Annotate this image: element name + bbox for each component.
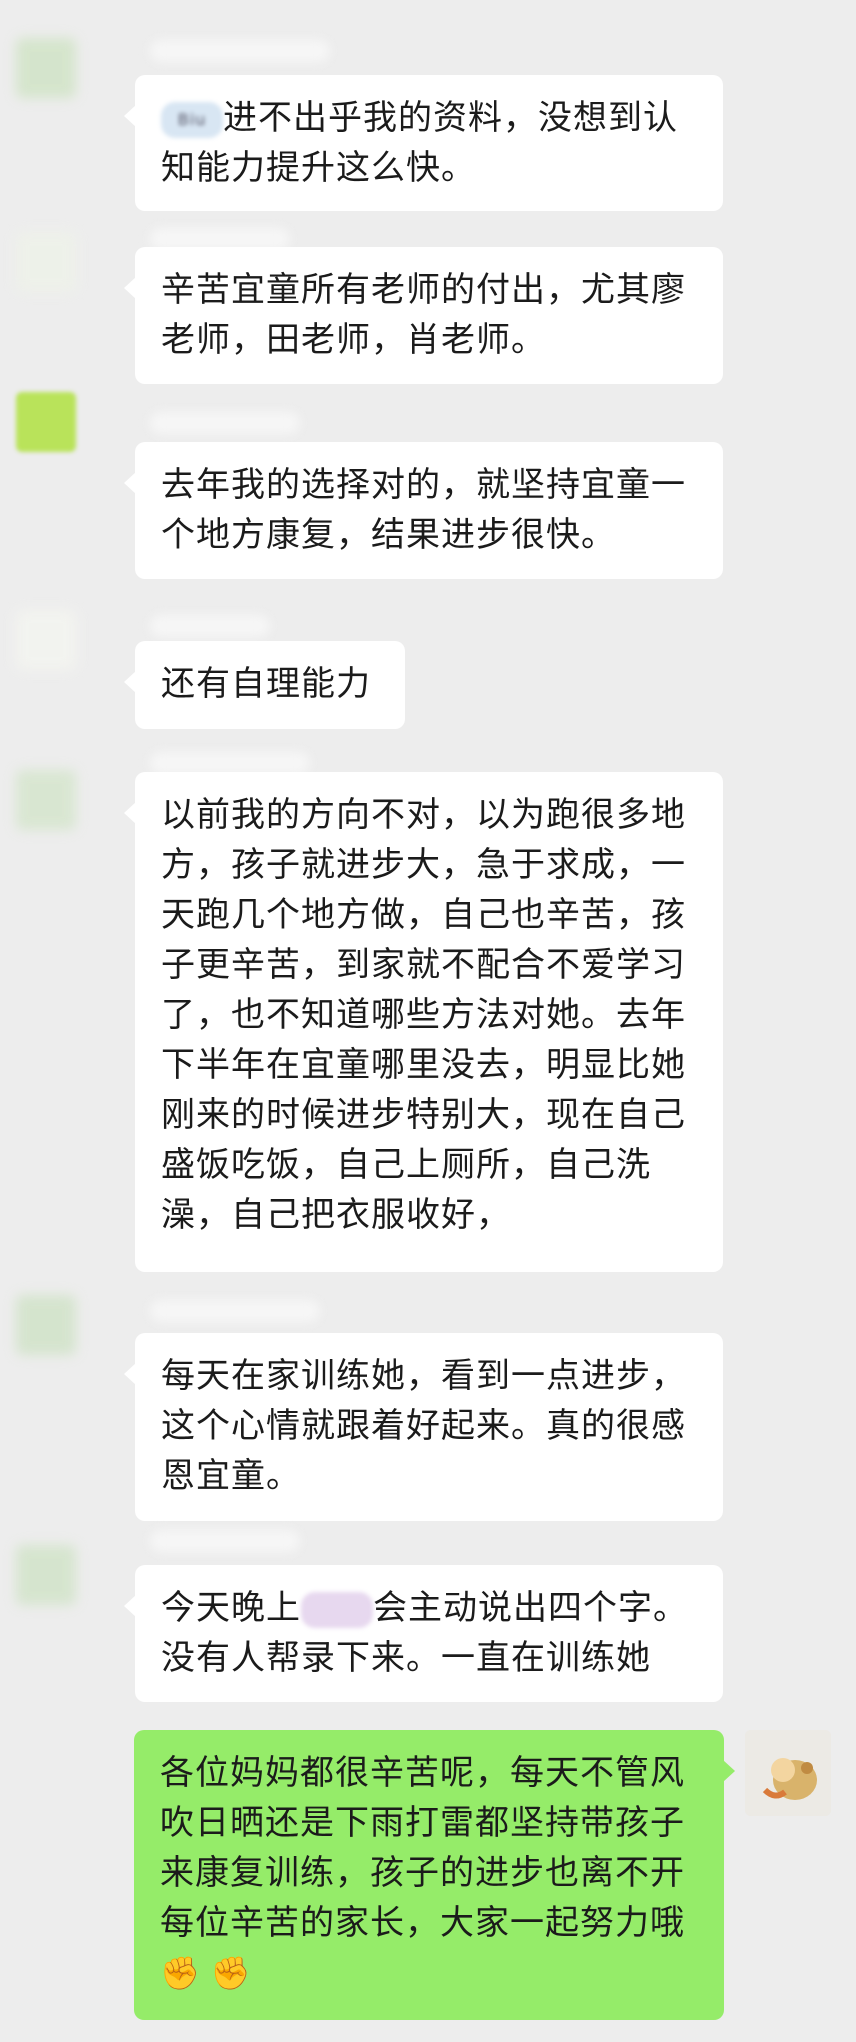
avatar[interactable] bbox=[16, 1295, 76, 1355]
message-bubble[interactable]: 去年我的选择对的，就坚持宜童一个地方康复，结果进步很快。 bbox=[124, 442, 723, 579]
message-bubble[interactable]: 以前我的方向不对，以为跑很多地方，孩子就进步大，急于求成，一天跑几个地方做，自己… bbox=[124, 772, 723, 1272]
avatar[interactable] bbox=[16, 610, 76, 670]
sender-name-redacted bbox=[150, 1300, 320, 1322]
message-text: 辛苦宜童所有老师的付出，尤其廖老师，田老师，肖老师。 bbox=[161, 270, 686, 360]
message-bubble[interactable]: 辛苦宜童所有老师的付出，尤其廖老师，田老师，肖老师。 bbox=[124, 247, 723, 384]
message-text: 各位妈妈都很辛苦呢，每天不管风吹日晒还是下雨打雷都坚持带孩子来康复训练，孩子的进… bbox=[160, 1753, 685, 1943]
message-bubble[interactable]: 还有自理能力 bbox=[124, 641, 405, 729]
message-text: 去年我的选择对的，就坚持宜童一个地方康复，结果进步很快。 bbox=[161, 465, 686, 555]
sender-name-redacted bbox=[150, 1530, 300, 1552]
redacted-name bbox=[301, 1591, 373, 1628]
sender-name-redacted bbox=[150, 752, 310, 774]
fist-emoji-icon: ✊ bbox=[160, 1954, 201, 1992]
message-text: 以前我的方向不对，以为跑很多地方，孩子就进步大，急于求成，一天跑几个地方做，自己… bbox=[161, 795, 686, 1235]
sender-name-redacted bbox=[150, 40, 330, 62]
sender-name-redacted bbox=[150, 615, 270, 637]
chat-screen: Biu 进不出乎我的资料，没想到认知能力提升这么快。 辛苦宜童所有老师的付出，尤其… bbox=[0, 0, 856, 2042]
avatar-self[interactable] bbox=[745, 1730, 831, 1816]
avatar-self-icon bbox=[745, 1730, 831, 1816]
message-text: 每天在家训练她，看到一点进步，这个心情就跟着好起来。真的很感恩宜童。 bbox=[161, 1356, 686, 1496]
avatar[interactable] bbox=[16, 770, 76, 830]
message-bubble[interactable]: Biu 进不出乎我的资料，没想到认知能力提升这么快。 bbox=[124, 75, 723, 211]
message-text: 今天晚上 bbox=[161, 1588, 301, 1628]
fist-emoji-icon: ✊ bbox=[210, 1954, 252, 1992]
message-bubble[interactable]: 今天晚上 会主动说出四个字。没有人帮录下来。一直在训练她 bbox=[124, 1565, 723, 1702]
message-text: 进不出乎我的资料，没想到认知能力提升这么快。 bbox=[161, 98, 678, 188]
message-bubble-self[interactable]: 各位妈妈都很辛苦呢，每天不管风吹日晒还是下雨打雷都坚持带孩子来康复训练，孩子的进… bbox=[134, 1730, 735, 2020]
avatar[interactable] bbox=[16, 1545, 76, 1605]
message-bubble[interactable]: 每天在家训练她，看到一点进步，这个心情就跟着好起来。真的很感恩宜童。 bbox=[124, 1333, 723, 1521]
message-text: 还有自理能力 bbox=[161, 664, 371, 704]
avatar[interactable] bbox=[16, 392, 76, 452]
sender-name-redacted bbox=[150, 412, 300, 434]
avatar[interactable] bbox=[16, 232, 76, 292]
redacted-name: Biu bbox=[161, 101, 223, 138]
avatar[interactable] bbox=[16, 38, 76, 98]
